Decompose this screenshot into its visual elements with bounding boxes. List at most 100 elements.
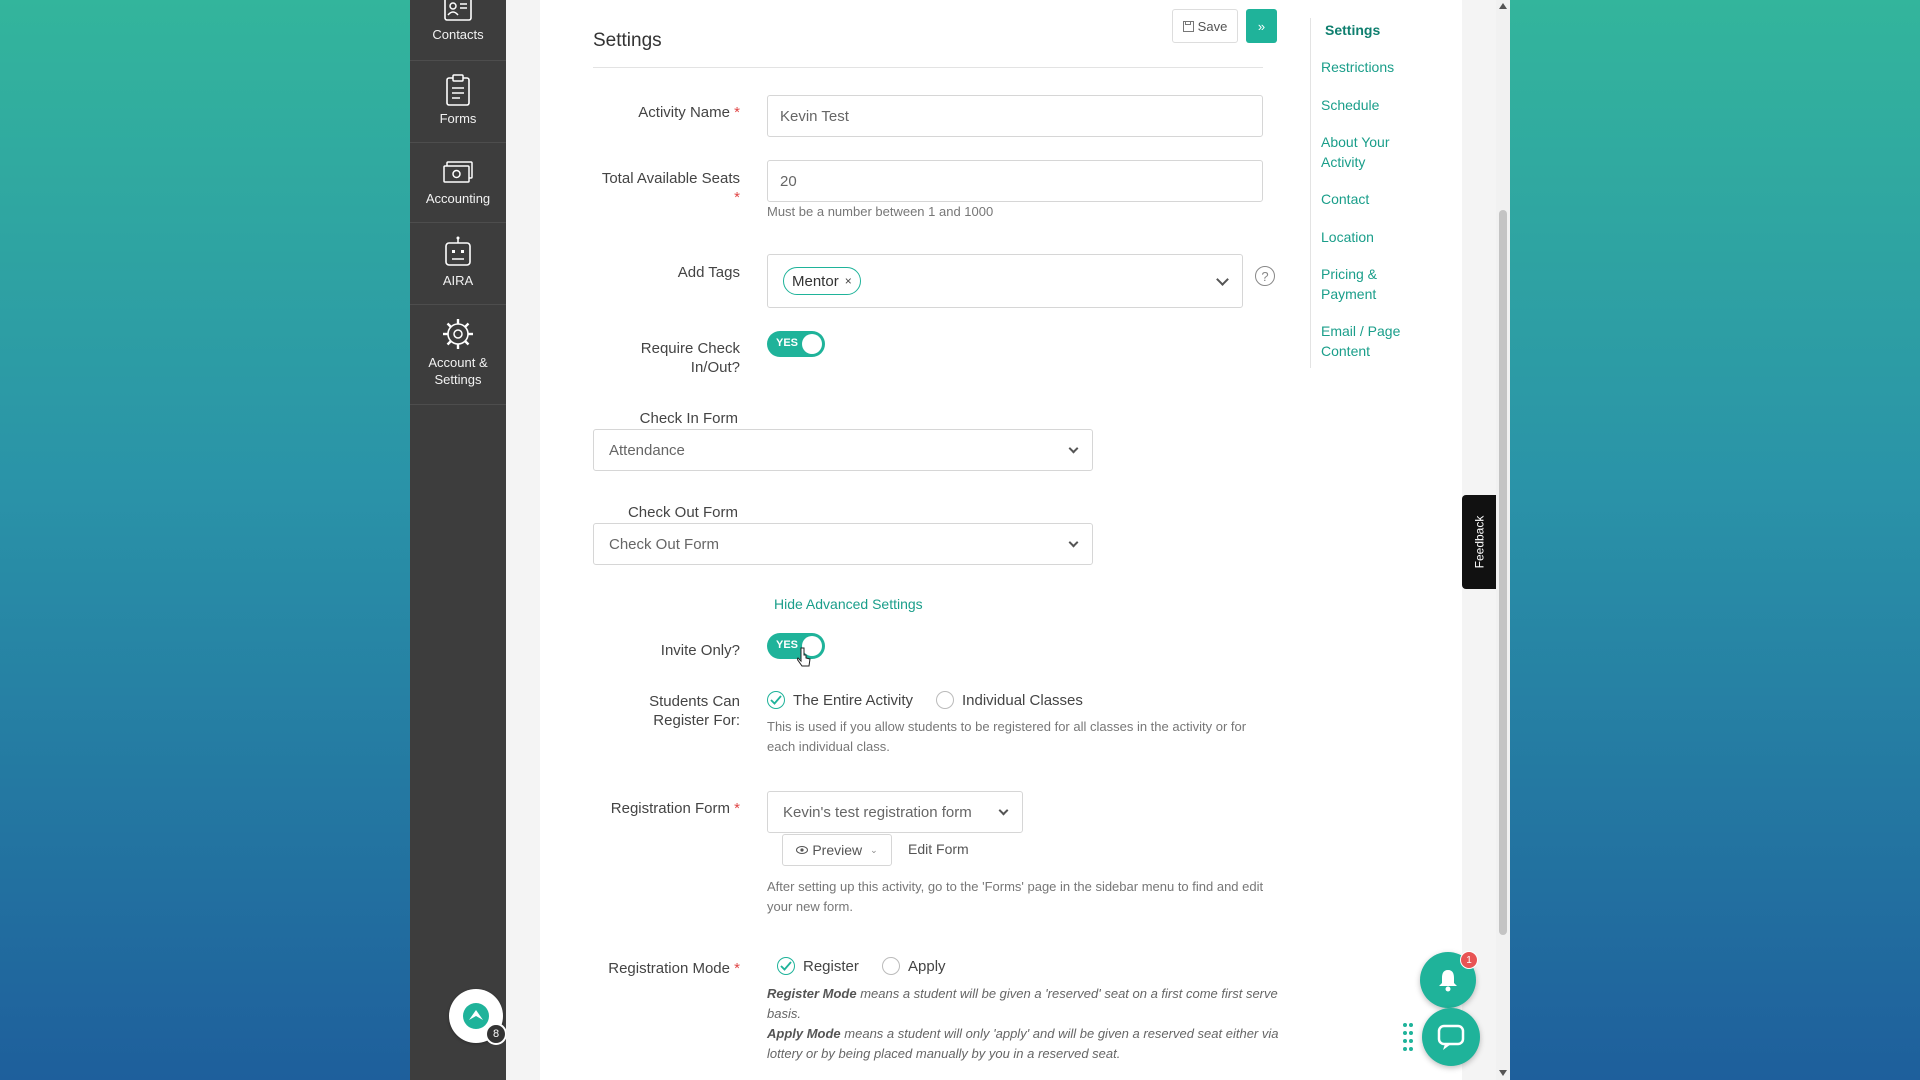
select-value: Check Out Form bbox=[609, 535, 720, 553]
total-seats-label: Total Available Seats * bbox=[592, 169, 740, 207]
app-logo-button[interactable]: 8 bbox=[449, 989, 507, 1045]
students-register-label: Students Can Register For: bbox=[649, 693, 740, 729]
label-text: Registration Form bbox=[610, 800, 730, 817]
chevron-down-icon bbox=[1068, 443, 1079, 453]
required-mark: * bbox=[734, 800, 740, 817]
required-mark: * bbox=[734, 104, 740, 121]
next-button[interactable]: » bbox=[1246, 9, 1277, 43]
require-check-toggle[interactable]: YES bbox=[767, 331, 825, 357]
tag-label: Mentor bbox=[792, 272, 839, 290]
cash-icon bbox=[443, 161, 473, 183]
mouse-cursor-icon bbox=[797, 647, 811, 667]
scroll-up-icon[interactable] bbox=[1499, 3, 1507, 9]
checkmark-circle-icon bbox=[767, 691, 785, 709]
drag-handle-icon[interactable] bbox=[1402, 1022, 1414, 1052]
divider bbox=[410, 304, 506, 305]
invite-only-toggle[interactable]: YES bbox=[767, 633, 825, 659]
tag-remove-icon[interactable]: × bbox=[845, 274, 852, 288]
app-badge: 8 bbox=[485, 1023, 507, 1045]
preview-button[interactable]: Preview ⌄ bbox=[782, 834, 892, 866]
select-value: Kevin's test registration form bbox=[783, 803, 972, 821]
apply-mode-text: means a student will only 'apply' and wi… bbox=[767, 1026, 1279, 1061]
radio-circle-icon bbox=[882, 957, 900, 975]
tags-select[interactable]: Mentor × bbox=[767, 254, 1243, 308]
label-text: Registration Mode bbox=[608, 960, 730, 977]
activity-name-input[interactable]: Kevin Test bbox=[767, 95, 1263, 137]
check-out-form-label: Check Out Form bbox=[627, 504, 738, 521]
save-button[interactable]: Save bbox=[1172, 9, 1238, 43]
check-in-form-select[interactable]: Attendance bbox=[593, 429, 1093, 471]
nav-item-email-page-content[interactable]: Email / Page Content bbox=[1321, 321, 1431, 361]
toggle-knob bbox=[802, 334, 822, 354]
radio-register[interactable]: Register bbox=[777, 957, 859, 975]
chevron-down-icon bbox=[1068, 537, 1079, 547]
divider bbox=[410, 222, 506, 223]
radio-individual-classes[interactable]: Individual Classes bbox=[936, 691, 1083, 709]
sidebar-item-forms[interactable]: Forms bbox=[410, 74, 506, 127]
save-label: Save bbox=[1197, 18, 1228, 34]
nav-item-pricing-payment[interactable]: Pricing & Payment bbox=[1321, 264, 1431, 304]
radio-label: Individual Classes bbox=[962, 691, 1083, 709]
hide-advanced-settings-link[interactable]: Hide Advanced Settings bbox=[774, 596, 923, 612]
sidebar-item-label: Accounting bbox=[425, 191, 491, 206]
total-seats-help: Must be a number between 1 and 1000 bbox=[767, 204, 994, 219]
chevron-down-icon bbox=[1216, 272, 1229, 286]
feedback-label: Feedback bbox=[1472, 515, 1487, 569]
section-nav: Settings Restrictions Schedule About You… bbox=[1310, 18, 1441, 368]
checkmark-circle-icon bbox=[777, 957, 795, 975]
total-seats-input[interactable]: 20 bbox=[767, 160, 1263, 202]
required-mark: * bbox=[734, 189, 740, 206]
nav-item-settings[interactable]: Settings bbox=[1325, 20, 1435, 40]
radio-entire-activity[interactable]: The Entire Activity bbox=[767, 691, 913, 709]
chat-bubble-icon bbox=[1437, 1024, 1465, 1050]
contact-card-icon bbox=[444, 0, 472, 21]
help-circle-icon[interactable]: ? bbox=[1255, 266, 1275, 286]
radio-label: The Entire Activity bbox=[793, 691, 914, 709]
tag-chip: Mentor × bbox=[783, 267, 861, 295]
sidebar-item-aira[interactable]: AIRA bbox=[410, 236, 506, 289]
robot-icon bbox=[445, 236, 471, 266]
add-tags-label: Add Tags bbox=[677, 264, 740, 281]
caret-down-icon: ⌄ bbox=[870, 844, 878, 855]
toggle-text: YES bbox=[776, 337, 799, 349]
chat-button[interactable] bbox=[1422, 1008, 1480, 1066]
sidebar-item-accounting[interactable]: Accounting bbox=[410, 160, 506, 207]
sidebar-item-label: Account & Settings bbox=[428, 355, 488, 387]
nav-item-about-your-activity[interactable]: About Your Activity bbox=[1321, 132, 1431, 172]
feedback-tab[interactable]: Feedback bbox=[1462, 495, 1496, 589]
sidebar-item-label: AIRA bbox=[442, 273, 474, 288]
nav-item-contact[interactable]: Contact bbox=[1321, 189, 1431, 209]
sidebar-item-account-settings[interactable]: Account & Settings bbox=[410, 318, 506, 388]
radio-apply[interactable]: Apply bbox=[882, 957, 946, 975]
students-register-help: This is used if you allow students to be… bbox=[767, 719, 1247, 754]
divider bbox=[410, 60, 506, 61]
divider bbox=[410, 404, 506, 405]
sidebar: Contacts Forms Accounting AIRA Account &… bbox=[410, 0, 506, 1080]
check-out-form-select[interactable]: Check Out Form bbox=[593, 523, 1093, 565]
scrollbar[interactable] bbox=[1496, 0, 1510, 1080]
gear-icon bbox=[443, 319, 473, 349]
edit-form-link[interactable]: Edit Form bbox=[908, 841, 969, 857]
nav-item-location[interactable]: Location bbox=[1321, 227, 1431, 247]
notification-badge: 1 bbox=[1460, 951, 1478, 969]
clipboard-icon bbox=[446, 74, 470, 106]
registration-form-select[interactable]: Kevin's test registration form bbox=[767, 791, 1023, 833]
required-mark: * bbox=[734, 960, 740, 977]
sidebar-item-label: Forms bbox=[439, 111, 477, 126]
preview-label: Preview bbox=[812, 842, 863, 858]
label-text: Total Available Seats bbox=[601, 170, 740, 187]
register-mode-description: Register Mode means a student will be gi… bbox=[767, 984, 1287, 1024]
toggle-text: YES bbox=[776, 639, 799, 651]
scroll-down-icon[interactable] bbox=[1499, 1070, 1507, 1076]
notifications-button[interactable]: 1 bbox=[1420, 951, 1478, 1008]
nav-item-restrictions[interactable]: Restrictions bbox=[1321, 57, 1431, 77]
bell-icon bbox=[1439, 970, 1457, 992]
check-in-form-label: Check In Form bbox=[639, 410, 738, 427]
sidebar-item-contacts[interactable]: Contacts bbox=[410, 0, 506, 43]
radio-circle-icon bbox=[936, 691, 954, 709]
nav-item-schedule[interactable]: Schedule bbox=[1321, 95, 1431, 115]
floppy-icon bbox=[1182, 20, 1194, 32]
select-value: Attendance bbox=[609, 441, 685, 459]
scrollbar-thumb[interactable] bbox=[1499, 210, 1507, 935]
sidebar-item-label: Contacts bbox=[432, 27, 484, 42]
